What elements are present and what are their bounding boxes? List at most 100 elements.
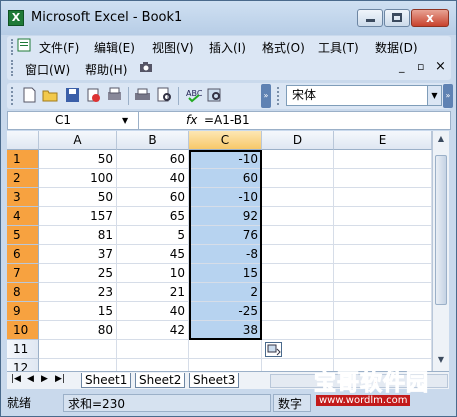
cell[interactable] xyxy=(262,283,334,302)
menu-view[interactable]: 视图(V) xyxy=(152,39,194,56)
chevron-down-icon[interactable]: ▼ xyxy=(427,86,441,105)
menu-grip-2[interactable] xyxy=(11,60,16,76)
cell[interactable] xyxy=(39,340,117,359)
cell[interactable]: 60 xyxy=(117,188,189,207)
cell[interactable]: -10 xyxy=(189,188,262,207)
row-header[interactable]: 6 xyxy=(7,245,39,264)
excel-doc-icon[interactable] xyxy=(17,38,31,55)
cell[interactable]: 157 xyxy=(39,207,117,226)
column-header-d[interactable]: D xyxy=(262,131,334,150)
close-button[interactable]: x xyxy=(411,9,449,27)
cell[interactable]: 15 xyxy=(189,264,262,283)
cell[interactable]: 92 xyxy=(189,207,262,226)
cell[interactable]: 23 xyxy=(39,283,117,302)
cell[interactable]: 50 xyxy=(39,188,117,207)
camera-icon[interactable] xyxy=(139,60,153,77)
vertical-scroll-thumb[interactable] xyxy=(435,155,447,305)
next-sheet-icon[interactable]: ▶ xyxy=(41,374,48,384)
cell[interactable]: 40 xyxy=(117,169,189,188)
research-icon[interactable] xyxy=(206,87,223,103)
name-box[interactable]: C1 ▼ xyxy=(8,112,139,129)
cell[interactable]: -25 xyxy=(189,302,262,321)
cell[interactable]: 65 xyxy=(117,207,189,226)
column-header-a[interactable]: A xyxy=(39,131,117,150)
row-header[interactable]: 11 xyxy=(7,340,39,359)
row-header[interactable]: 8 xyxy=(7,283,39,302)
vertical-scrollbar[interactable]: ▲ ▼ xyxy=(432,131,449,371)
sheet-tab-1[interactable]: Sheet1 xyxy=(81,373,132,388)
sheet-tab-2[interactable]: Sheet2 xyxy=(135,373,186,388)
cell[interactable]: 60 xyxy=(117,150,189,169)
cell[interactable]: 38 xyxy=(189,321,262,340)
chevron-down-icon[interactable]: ▼ xyxy=(122,112,128,129)
cell[interactable] xyxy=(262,264,334,283)
preview-icon[interactable] xyxy=(156,87,173,103)
cell[interactable]: 2 xyxy=(189,283,262,302)
cell[interactable] xyxy=(189,340,262,359)
sheet-tab-3[interactable]: Sheet3 xyxy=(189,373,240,388)
menu-insert[interactable]: 插入(I) xyxy=(209,39,246,56)
auto-fill-options-button[interactable] xyxy=(265,342,282,357)
cell[interactable]: 50 xyxy=(39,150,117,169)
cell[interactable]: 25 xyxy=(39,264,117,283)
toolbar-grip[interactable] xyxy=(11,87,16,105)
doc-restore-button[interactable]: ▫ xyxy=(417,60,424,73)
cell[interactable] xyxy=(334,207,432,226)
print-preview-icon[interactable] xyxy=(106,87,123,103)
menu-edit[interactable]: 编辑(E) xyxy=(94,39,135,56)
row-header[interactable]: 3 xyxy=(7,188,39,207)
column-header-e[interactable]: E xyxy=(334,131,432,150)
cell[interactable]: 37 xyxy=(39,245,117,264)
cell[interactable]: -10 xyxy=(189,150,262,169)
cell[interactable] xyxy=(334,321,432,340)
cell[interactable] xyxy=(334,302,432,321)
prev-sheet-icon[interactable]: ◀ xyxy=(27,374,34,384)
first-sheet-icon[interactable]: |◀ xyxy=(11,374,21,384)
open-icon[interactable] xyxy=(42,87,59,103)
cell[interactable] xyxy=(334,245,432,264)
cell[interactable]: 80 xyxy=(39,321,117,340)
menu-grip[interactable] xyxy=(11,39,16,55)
cell[interactable]: 81 xyxy=(39,226,117,245)
row-header[interactable]: 4 xyxy=(7,207,39,226)
row-header[interactable]: 7 xyxy=(7,264,39,283)
cell[interactable]: 100 xyxy=(39,169,117,188)
cell[interactable] xyxy=(334,188,432,207)
permission-icon[interactable] xyxy=(85,87,102,103)
cell[interactable] xyxy=(262,226,334,245)
insert-function-icon[interactable]: fx xyxy=(186,112,197,129)
cell[interactable]: 60 xyxy=(189,169,262,188)
column-header-c[interactable]: C xyxy=(189,131,262,150)
cell[interactable] xyxy=(262,245,334,264)
row-header[interactable]: 2 xyxy=(7,169,39,188)
row-header[interactable]: 10 xyxy=(7,321,39,340)
cell[interactable]: 42 xyxy=(117,321,189,340)
cell[interactable] xyxy=(262,207,334,226)
menu-file[interactable]: 文件(F) xyxy=(39,39,79,56)
maximize-button[interactable] xyxy=(384,9,410,27)
print-icon[interactable] xyxy=(134,87,151,103)
cell[interactable]: 40 xyxy=(117,302,189,321)
cell[interactable]: 5 xyxy=(117,226,189,245)
cell[interactable] xyxy=(334,283,432,302)
cell[interactable] xyxy=(334,264,432,283)
worksheet-grid[interactable]: A B C D E 1 50 60 -10 2 100 40 60 3 50 60 -10 4 157 65… xyxy=(7,131,432,378)
select-all-corner[interactable] xyxy=(7,131,39,150)
new-icon[interactable] xyxy=(21,87,38,103)
menu-tools[interactable]: 工具(T) xyxy=(318,39,359,56)
doc-close-button[interactable]: × xyxy=(435,59,446,74)
column-header-b[interactable]: B xyxy=(117,131,189,150)
cell[interactable] xyxy=(262,321,334,340)
cell[interactable]: 21 xyxy=(117,283,189,302)
cell[interactable] xyxy=(262,150,334,169)
cell[interactable] xyxy=(117,340,189,359)
menu-format[interactable]: 格式(O) xyxy=(262,39,305,56)
menu-data[interactable]: 数据(D) xyxy=(375,39,418,56)
cell[interactable] xyxy=(262,169,334,188)
cell[interactable] xyxy=(334,226,432,245)
cell[interactable]: 45 xyxy=(117,245,189,264)
last-sheet-icon[interactable]: ▶| xyxy=(55,374,65,384)
row-header[interactable]: 1 xyxy=(7,150,39,169)
cell[interactable]: 76 xyxy=(189,226,262,245)
cell[interactable] xyxy=(334,340,432,359)
